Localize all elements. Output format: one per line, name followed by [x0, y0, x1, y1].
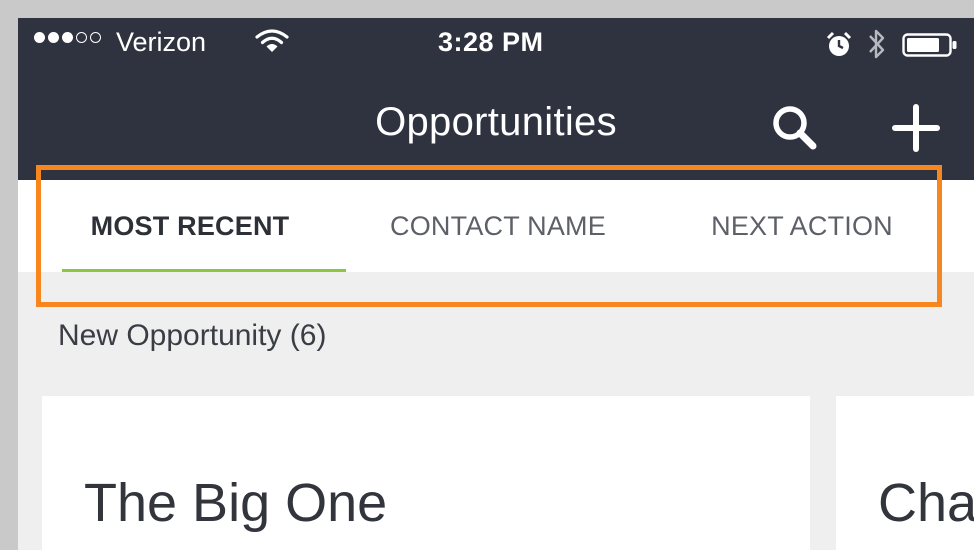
- card-title: The Big One: [84, 473, 388, 533]
- tab-contact-name[interactable]: CONTACT NAME: [348, 180, 648, 272]
- signal-strength-icon: [34, 32, 101, 43]
- status-time: 3:28 PM: [438, 27, 544, 57]
- sort-tabs: MOST RECENT CONTACT NAME NEXT ACTION: [18, 180, 974, 272]
- bluetooth-icon: [866, 27, 888, 66]
- battery-icon: [902, 33, 958, 57]
- tab-label: NEXT ACTION: [711, 210, 893, 241]
- status-bar: Verizon 3:28 PM: [18, 18, 974, 72]
- group-header: New Opportunity (6): [58, 319, 327, 352]
- search-icon[interactable]: [768, 102, 820, 154]
- alarm-icon: [824, 30, 854, 65]
- page-title: Opportunities: [375, 100, 617, 144]
- tab-label: CONTACT NAME: [390, 210, 606, 241]
- tab-most-recent[interactable]: MOST RECENT: [40, 180, 346, 272]
- card-title: Cha: [878, 473, 974, 533]
- top-bar: Verizon 3:28 PM Opportunities: [18, 18, 974, 180]
- opportunity-card[interactable]: Cha: [836, 396, 974, 550]
- carrier-name: Verizon: [116, 27, 207, 57]
- plus-icon[interactable]: [890, 102, 942, 154]
- wifi-icon: [255, 27, 289, 60]
- tab-next-action[interactable]: NEXT ACTION: [652, 180, 952, 272]
- phone-screen: Verizon 3:28 PM Opportunities MOST RECEN…: [18, 18, 974, 550]
- tab-label: MOST RECENT: [90, 210, 290, 241]
- opportunity-card[interactable]: The Big One: [42, 396, 810, 550]
